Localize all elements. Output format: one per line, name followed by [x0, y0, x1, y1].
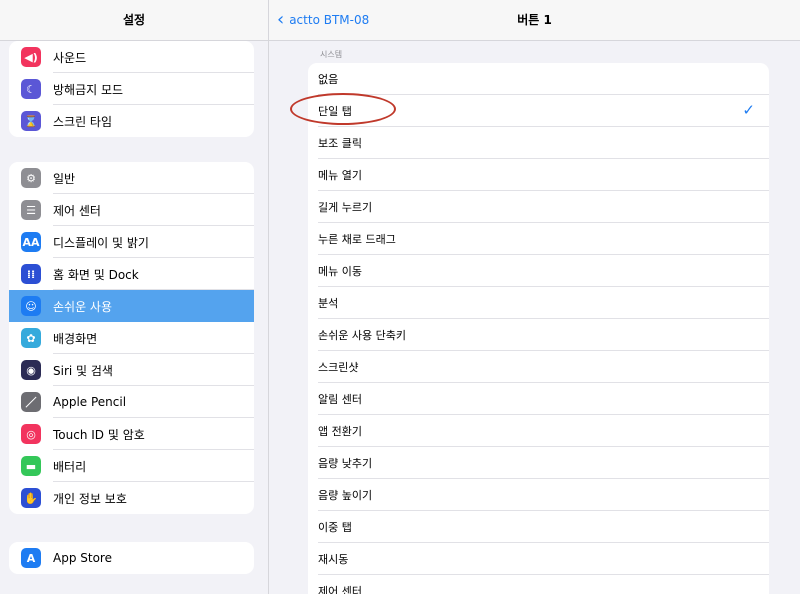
settings-sidebar: 설정 ◀) 사운드 ☾ 방해금지 모드 ⌛ 스크린 타임 ⚙ 일반 ☰ 제어 센터 AA 디스플레이…	[0, 0, 269, 594]
action-options-list: 없음단일 탭 ✓ 보조 클릭메뉴 열기길게 누르기누른 채로 드래그메뉴 이동분석손…	[308, 63, 769, 594]
option-label: 제어 센터	[318, 585, 362, 594]
sidebar-item-label: 일반	[53, 171, 76, 186]
option-label: 이중 탭	[318, 521, 352, 534]
sidebar-item-touch-id-및-암호[interactable]: ◎ Touch ID 및 암호	[9, 418, 254, 450]
option-label: 메뉴 열기	[318, 169, 362, 182]
sidebar-item-label: 배터리	[53, 459, 87, 474]
sidebar-group-notifications: ◀) 사운드 ☾ 방해금지 모드 ⌛ 스크린 타임	[9, 41, 254, 137]
moon-icon: ☾	[21, 79, 41, 99]
option-label: 앱 전환기	[318, 425, 362, 438]
sidebar-item-label: 손쉬운 사용	[53, 299, 113, 314]
pencil-icon: ／	[21, 392, 41, 412]
sidebar-item-개인-정보-보호[interactable]: ✋ 개인 정보 보호	[9, 482, 254, 514]
sidebar-title: 설정	[0, 0, 268, 41]
sidebar-item-배터리[interactable]: ▬ 배터리	[9, 450, 254, 482]
option-label: 재시동	[318, 553, 349, 566]
text-size-icon: AA	[21, 232, 41, 252]
option-item[interactable]: 메뉴 열기	[308, 159, 769, 191]
section-header: 시스템	[320, 50, 343, 59]
option-item[interactable]: 재시동	[308, 543, 769, 575]
sidebar-item-label: Apple Pencil	[53, 395, 127, 409]
toggles-icon: ☰	[21, 200, 41, 220]
sidebar-item-label: Siri 및 검색	[53, 363, 113, 378]
option-label: 보조 클릭	[318, 137, 362, 150]
sidebar-item-siri-및-검색[interactable]: ◉ Siri 및 검색	[9, 354, 254, 386]
option-item[interactable]: 앱 전환기	[308, 415, 769, 447]
sidebar-item-label: 방해금지 모드	[53, 82, 124, 97]
option-item[interactable]: 이중 탭	[308, 511, 769, 543]
option-item[interactable]: 분석	[308, 287, 769, 319]
option-label: 스크린샷	[318, 361, 359, 374]
sidebar-item-label: 사운드	[53, 50, 87, 65]
option-label: 분석	[318, 297, 339, 310]
checkmark-icon: ✓	[742, 101, 755, 119]
hourglass-icon: ⌛	[21, 111, 41, 131]
option-label: 단일 탭	[318, 105, 352, 118]
detail-pane: ‹ actto BTM-08 버튼 1 시스템 없음단일 탭 ✓ 보조 클릭메뉴 열…	[269, 0, 800, 594]
sidebar-group-general: ⚙ 일반 ☰ 제어 센터 AA 디스플레이 및 밝기 ⁞⁞ 홈 화면 및 Dock ☺ 손쉬운 사…	[9, 162, 254, 514]
flower-icon: ✿	[21, 328, 41, 348]
option-label: 없음	[318, 73, 339, 86]
sidebar-item-배경화면[interactable]: ✿ 배경화면	[9, 322, 254, 354]
sidebar-item-사운드[interactable]: ◀) 사운드	[9, 41, 254, 73]
sidebar-item-app-store[interactable]: A App Store	[9, 542, 254, 574]
option-item[interactable]: 음량 낮추기	[308, 447, 769, 479]
option-label: 음량 낮추기	[318, 457, 373, 470]
option-item[interactable]: 제어 센터	[308, 575, 769, 594]
battery-icon: ▬	[21, 456, 41, 476]
option-item[interactable]: 단일 탭 ✓	[308, 95, 769, 127]
sidebar-item-label: 홈 화면 및 Dock	[53, 267, 139, 282]
sidebar-item-일반[interactable]: ⚙ 일반	[9, 162, 254, 194]
hand-icon: ✋	[21, 488, 41, 508]
grid-icon: ⁞⁞	[21, 264, 41, 284]
option-item[interactable]: 알림 센터	[308, 383, 769, 415]
sidebar-item-label: Touch ID 및 암호	[53, 427, 145, 442]
option-label: 음량 높이기	[318, 489, 373, 502]
option-item[interactable]: 보조 클릭	[308, 127, 769, 159]
siri-icon: ◉	[21, 360, 41, 380]
option-item[interactable]: 없음	[308, 63, 769, 95]
sidebar-item-label: App Store	[53, 551, 112, 565]
sidebar-item-제어-센터[interactable]: ☰ 제어 센터	[9, 194, 254, 226]
speaker-icon: ◀)	[21, 47, 41, 67]
accessibility-icon: ☺	[21, 296, 41, 316]
sidebar-item-label: 제어 센터	[53, 203, 101, 218]
sidebar-item-label: 스크린 타임	[53, 114, 113, 129]
sidebar-item-label: 배경화면	[53, 331, 98, 346]
sidebar-group-store: A App Store	[9, 542, 254, 574]
option-item[interactable]: 메뉴 이동	[308, 255, 769, 287]
option-label: 누른 채로 드래그	[318, 233, 396, 246]
sidebar-item-apple-pencil[interactable]: ／ Apple Pencil	[9, 386, 254, 418]
sidebar-item-label: 디스플레이 및 밝기	[53, 235, 149, 250]
option-item[interactable]: 스크린샷	[308, 351, 769, 383]
page-title: 버튼 1	[517, 13, 552, 27]
option-label: 길게 누르기	[318, 201, 373, 214]
option-item[interactable]: 누른 채로 드래그	[308, 223, 769, 255]
app-store-icon: A	[21, 548, 41, 568]
option-label: 알림 센터	[318, 393, 362, 406]
sidebar-item-스크린-타임[interactable]: ⌛ 스크린 타임	[9, 105, 254, 137]
sidebar-item-디스플레이-및-밝기[interactable]: AA 디스플레이 및 밝기	[9, 226, 254, 258]
option-item[interactable]: 손쉬운 사용 단축키	[308, 319, 769, 351]
option-label: 메뉴 이동	[318, 265, 362, 278]
sidebar-item-방해금지-모드[interactable]: ☾ 방해금지 모드	[9, 73, 254, 105]
sidebar-item-손쉬운-사용[interactable]: ☺ 손쉬운 사용	[9, 290, 254, 322]
gear-icon: ⚙	[21, 168, 41, 188]
option-item[interactable]: 길게 누르기	[308, 191, 769, 223]
sidebar-item-홈-화면-및-dock[interactable]: ⁞⁞ 홈 화면 및 Dock	[9, 258, 254, 290]
sidebar-item-label: 개인 정보 보호	[53, 491, 127, 506]
option-item[interactable]: 음량 높이기	[308, 479, 769, 511]
detail-navbar: ‹ actto BTM-08 버튼 1	[269, 0, 800, 41]
option-label: 손쉬운 사용 단축키	[318, 329, 406, 342]
fingerprint-icon: ◎	[21, 424, 41, 444]
